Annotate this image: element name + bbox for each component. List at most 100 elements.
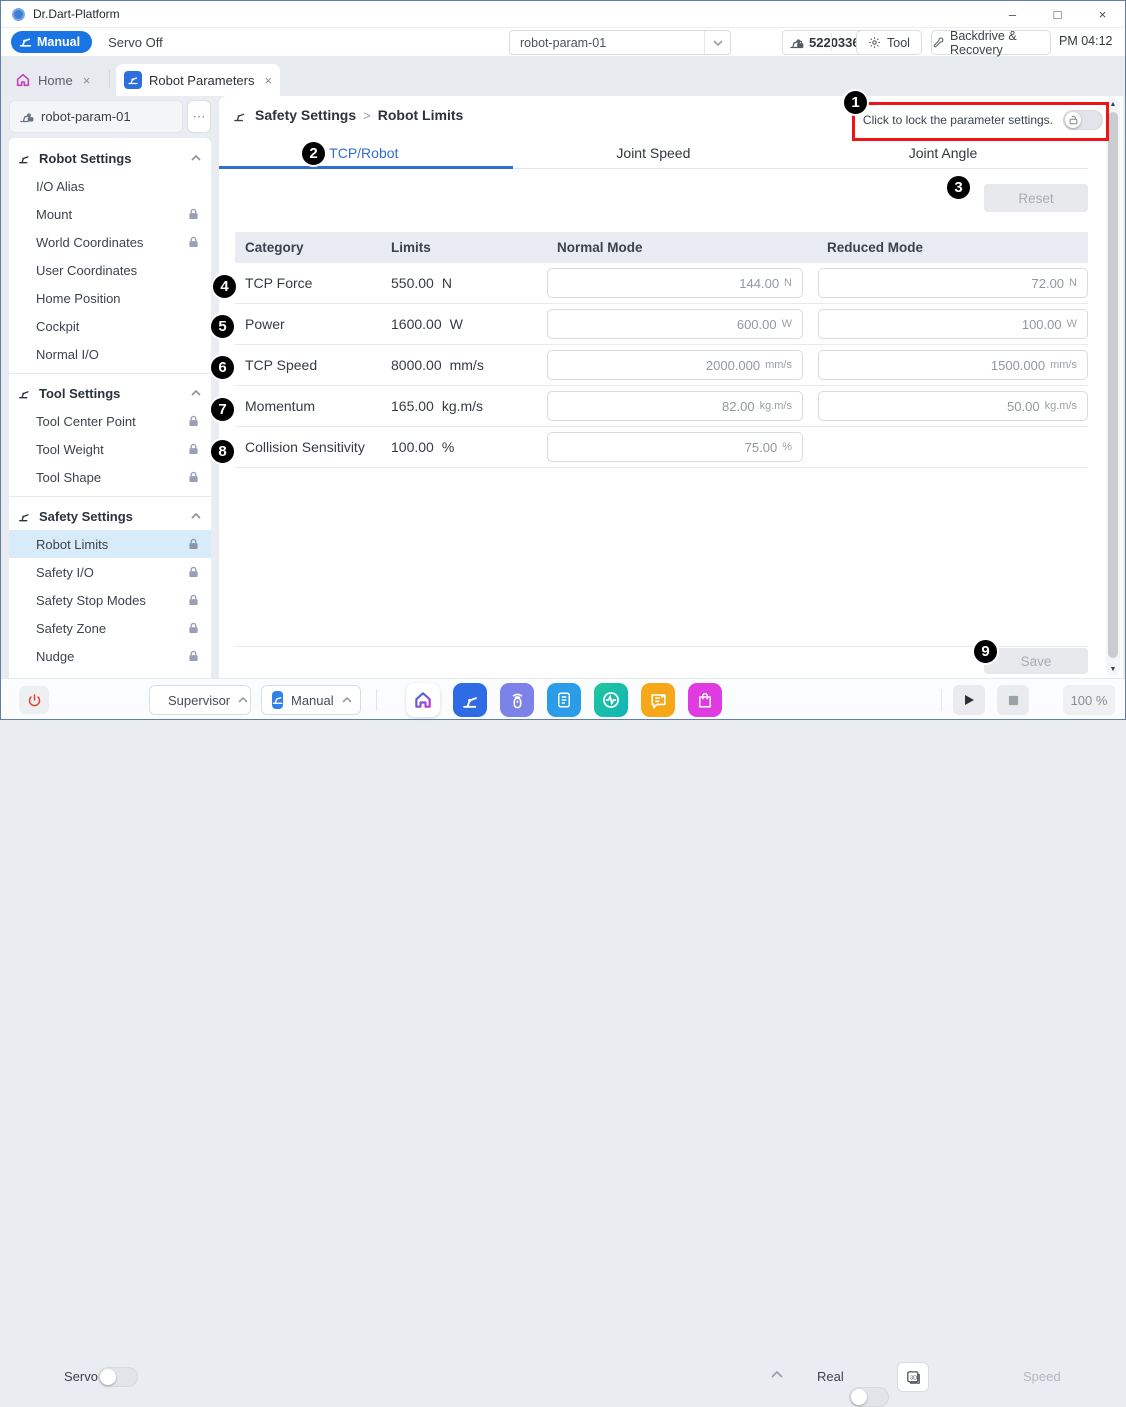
tab-robot-parameters[interactable]: Robot Parameters × [116, 64, 280, 96]
row-category: Collision Sensitivity [235, 439, 391, 455]
window-tab-strip: Home × Robot Parameters × [1, 57, 1125, 96]
task-editor-app-icon[interactable] [547, 683, 581, 717]
annotation-badge-3: 3 [945, 174, 972, 201]
store-app-icon[interactable] [688, 683, 722, 717]
sidebar-item-tool-weight[interactable]: Tool Weight [9, 435, 211, 463]
lock-icon [188, 443, 199, 455]
lock-icon [188, 594, 199, 606]
sidebar-item-tool-shape[interactable]: Tool Shape [9, 463, 211, 491]
table-header: Category Limits Normal Mode Reduced Mode [235, 232, 1088, 263]
robot-arm-icon [19, 36, 32, 49]
gear-icon [868, 36, 881, 49]
breadcrumb-section[interactable]: Safety Settings [255, 107, 356, 123]
sidebar-item-cockpit[interactable]: Cockpit [9, 312, 211, 340]
sidebar-item-world-coordinates[interactable]: World Coordinates [9, 228, 211, 256]
app-dock [406, 683, 722, 717]
clock: PM 04:12 [1059, 34, 1113, 48]
tab-separator [109, 70, 110, 88]
sidebar-item-mount[interactable]: Mount [9, 200, 211, 228]
servo-toggle[interactable] [98, 1367, 138, 1387]
close-tab-icon[interactable]: × [83, 73, 91, 88]
row-category: Power [235, 316, 391, 332]
tab-joint-speed[interactable]: Joint Speed [509, 141, 799, 168]
scrollbar-thumb[interactable] [1108, 112, 1118, 658]
main-panel: Safety Settings > Robot Limits Click to … [219, 96, 1123, 678]
normal-mode-input[interactable]: 82.00kg.m/s [547, 391, 803, 421]
close-button[interactable]: × [1080, 1, 1125, 28]
sidebar-item-safety-io[interactable]: Safety I/O [9, 558, 211, 586]
sidebar-item-home-position[interactable]: Home Position [9, 284, 211, 312]
sidebar-more-button[interactable]: ⋯ [187, 100, 211, 133]
sidebar-group-safety-settings[interactable]: Safety Settings [9, 502, 211, 530]
maximize-button[interactable]: □ [1035, 1, 1080, 28]
jog-app-icon[interactable] [500, 683, 534, 717]
play-icon [963, 694, 975, 706]
sidebar-item-user-coordinates[interactable]: User Coordinates [9, 256, 211, 284]
robot-parameters-app-icon [124, 71, 142, 89]
param-select-dropdown[interactable]: robot-param-01 [509, 30, 731, 55]
stop-button[interactable] [997, 685, 1029, 715]
chevron-up-icon[interactable] [191, 390, 201, 396]
speed-value[interactable]: 100 % [1063, 685, 1115, 715]
tab-tcp-robot[interactable]: TCP/Robot [219, 141, 509, 168]
message-app-icon[interactable] [641, 683, 675, 717]
reduced-mode-input[interactable]: 72.00N [818, 268, 1088, 298]
sidebar-item-safety-stop-modes[interactable]: Safety Stop Modes [9, 586, 211, 614]
manual-mode-pill[interactable]: Manual [11, 31, 92, 53]
sidebar-item-tool-center-point[interactable]: Tool Center Point [9, 407, 211, 435]
robot-params-app-icon[interactable] [453, 683, 487, 717]
sidebar-group-robot-settings[interactable]: Robot Settings [9, 144, 211, 172]
lock-icon [188, 650, 199, 662]
reduced-mode-input[interactable]: 100.00W [818, 309, 1088, 339]
minimize-button[interactable]: – [990, 1, 1035, 28]
home-app-icon[interactable] [406, 683, 440, 717]
annotation-badge-2: 2 [300, 140, 327, 167]
sidebar-item-nudge[interactable]: Nudge [9, 642, 211, 670]
reduced-mode-input[interactable]: 1500.000mm/s [818, 350, 1088, 380]
power-button[interactable] [19, 686, 49, 714]
sidebar-item-safety-zone[interactable]: Safety Zone [9, 614, 211, 642]
normal-mode-input[interactable]: 600.00W [547, 309, 803, 339]
row-limit: 165.00kg.m/s [391, 398, 547, 414]
row-limit: 100.00% [391, 439, 547, 455]
normal-mode-input[interactable]: 75.00% [547, 432, 803, 462]
real-toggle[interactable] [849, 1387, 889, 1407]
3d-viewer-button[interactable]: 3D [897, 1362, 929, 1392]
monitoring-app-icon[interactable] [594, 683, 628, 717]
chevron-up-icon [238, 697, 248, 703]
manual-mode-icon [272, 691, 283, 709]
close-tab-icon[interactable]: × [265, 73, 273, 88]
backdrive-recovery-button[interactable]: Backdrive & Recovery [931, 30, 1051, 55]
tool-button[interactable]: Tool [856, 30, 922, 55]
annotation-badge-4: 4 [211, 273, 238, 300]
mode-select[interactable]: Manual [261, 685, 361, 715]
play-button[interactable] [953, 685, 985, 715]
dock-collapse-chevron-icon[interactable] [771, 1371, 783, 1378]
row-category: TCP Speed [235, 357, 391, 373]
scrollbar-vertical[interactable]: ▲ ▼ [1106, 98, 1120, 676]
chevron-up-icon[interactable] [191, 513, 201, 519]
param-select-value: robot-param-01 [510, 36, 704, 50]
tab-home[interactable]: Home × [15, 64, 107, 96]
sidebar-item-io-alias[interactable]: I/O Alias [9, 172, 211, 200]
sidebar-item-robot-limits[interactable]: Robot Limits [9, 530, 211, 558]
row-limit: 550.00N [391, 275, 547, 291]
breadcrumb-separator: > [363, 108, 371, 123]
role-select[interactable]: Supervisor [149, 685, 251, 715]
sidebar-param-name[interactable]: robot-param-01 [9, 100, 183, 133]
lock-icon [188, 415, 199, 427]
toolbar-divider [831, 33, 832, 51]
scroll-down-icon[interactable]: ▼ [1106, 666, 1120, 673]
sidebar-group-tool-settings[interactable]: Tool Settings [9, 379, 211, 407]
tab-joint-angle[interactable]: Joint Angle [798, 141, 1088, 168]
real-label: Real [817, 1369, 844, 1384]
reduced-mode-input[interactable]: 50.00kg.m/s [818, 391, 1088, 421]
chevron-up-icon[interactable] [191, 155, 201, 161]
annotation-red-box [852, 102, 1109, 141]
sidebar-item-normal-io[interactable]: Normal I/O [9, 340, 211, 368]
reset-button[interactable]: Reset [984, 184, 1088, 212]
home-icon [15, 72, 31, 88]
save-button[interactable]: Save [984, 648, 1088, 674]
normal-mode-input[interactable]: 2000.000mm/s [547, 350, 803, 380]
normal-mode-input[interactable]: 144.00N [547, 268, 803, 298]
